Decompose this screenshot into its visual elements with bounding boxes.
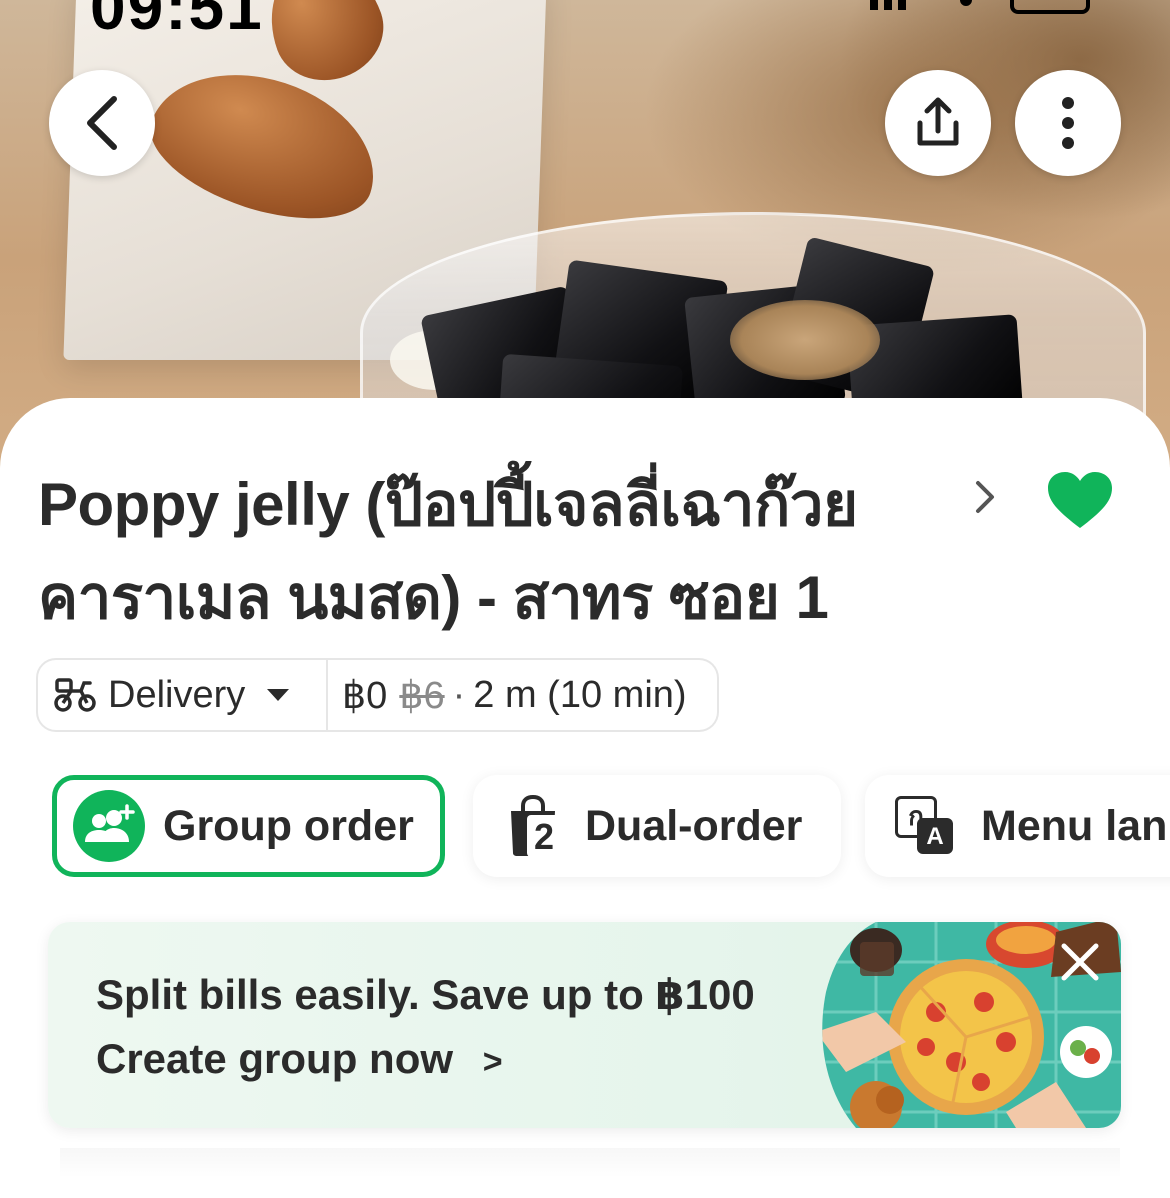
more-vertical-icon [1062, 97, 1074, 149]
promo-cta-arrow: > [482, 1043, 503, 1081]
chevron-left-icon [87, 96, 117, 150]
favorite-button[interactable] [1046, 470, 1114, 537]
group-order-promo-banner[interactable]: Split bills easily. Save up to ฿100 Crea… [48, 922, 1121, 1128]
store-title-line2: คาราเมล นมสด) - สาทร ซอย 1 [38, 564, 829, 631]
menu-language-button[interactable]: ก A Menu lan [865, 775, 1170, 877]
promo-headline: Split bills easily. Save up to ฿100 [96, 971, 755, 1018]
status-bar-icons [860, 0, 1090, 14]
status-bar-time: 09:51 [90, 0, 264, 43]
promo-cta-label: Create group now [96, 1035, 454, 1082]
delivery-fee-eta[interactable]: ฿0 ฿6 · 2 m (10 min) [328, 658, 719, 732]
share-button[interactable] [885, 70, 991, 176]
promo-cta[interactable]: Create group now > [96, 1035, 503, 1083]
store-title-line1: Poppy jelly (ป๊อปปี้เจลลี่เฉาก๊วย [38, 471, 858, 538]
store-details-link[interactable] [970, 475, 1000, 524]
promo-close-button[interactable] [1058, 940, 1102, 989]
menu-language-label: Menu lan [981, 801, 1168, 850]
caret-down-icon [267, 689, 290, 701]
group-order-label: Group order [163, 801, 414, 850]
delivery-mode-dropdown[interactable]: Delivery [36, 658, 328, 732]
section-divider [60, 1148, 1120, 1178]
delivery-eta: 2 m (10 min) [473, 673, 687, 716]
dual-order-label: Dual-order [585, 801, 803, 850]
chevron-right-icon [976, 481, 994, 513]
motorbike-icon [54, 678, 96, 712]
shopping-bag-icon: 2 [507, 794, 561, 857]
back-button[interactable] [49, 70, 155, 176]
delivery-mode-label: Delivery [108, 673, 246, 716]
close-icon [1061, 943, 1099, 981]
delivery-info-row: Delivery ฿0 ฿6 · 2 m (10 min) [36, 658, 719, 734]
group-order-button[interactable]: Group order [52, 775, 445, 877]
delivery-fee-original: ฿6 [399, 674, 445, 717]
dual-order-button[interactable]: 2 Dual-order [473, 775, 841, 877]
translate-icon: ก A [895, 796, 957, 856]
translate-icon-latin-glyph: A [917, 818, 953, 854]
store-title[interactable]: Poppy jelly (ป๊อปปี้เจลลี่เฉาก๊วย คาราเม… [38, 458, 958, 644]
dual-order-badge: 2 [527, 815, 561, 857]
more-options-button[interactable] [1015, 70, 1121, 176]
brown-sugar-topping [730, 300, 880, 380]
heart-icon [1048, 472, 1112, 528]
share-icon [917, 97, 959, 146]
separator-dot: · [452, 673, 466, 716]
group-add-icon [73, 790, 145, 862]
delivery-fee-current: ฿0 [342, 674, 388, 717]
